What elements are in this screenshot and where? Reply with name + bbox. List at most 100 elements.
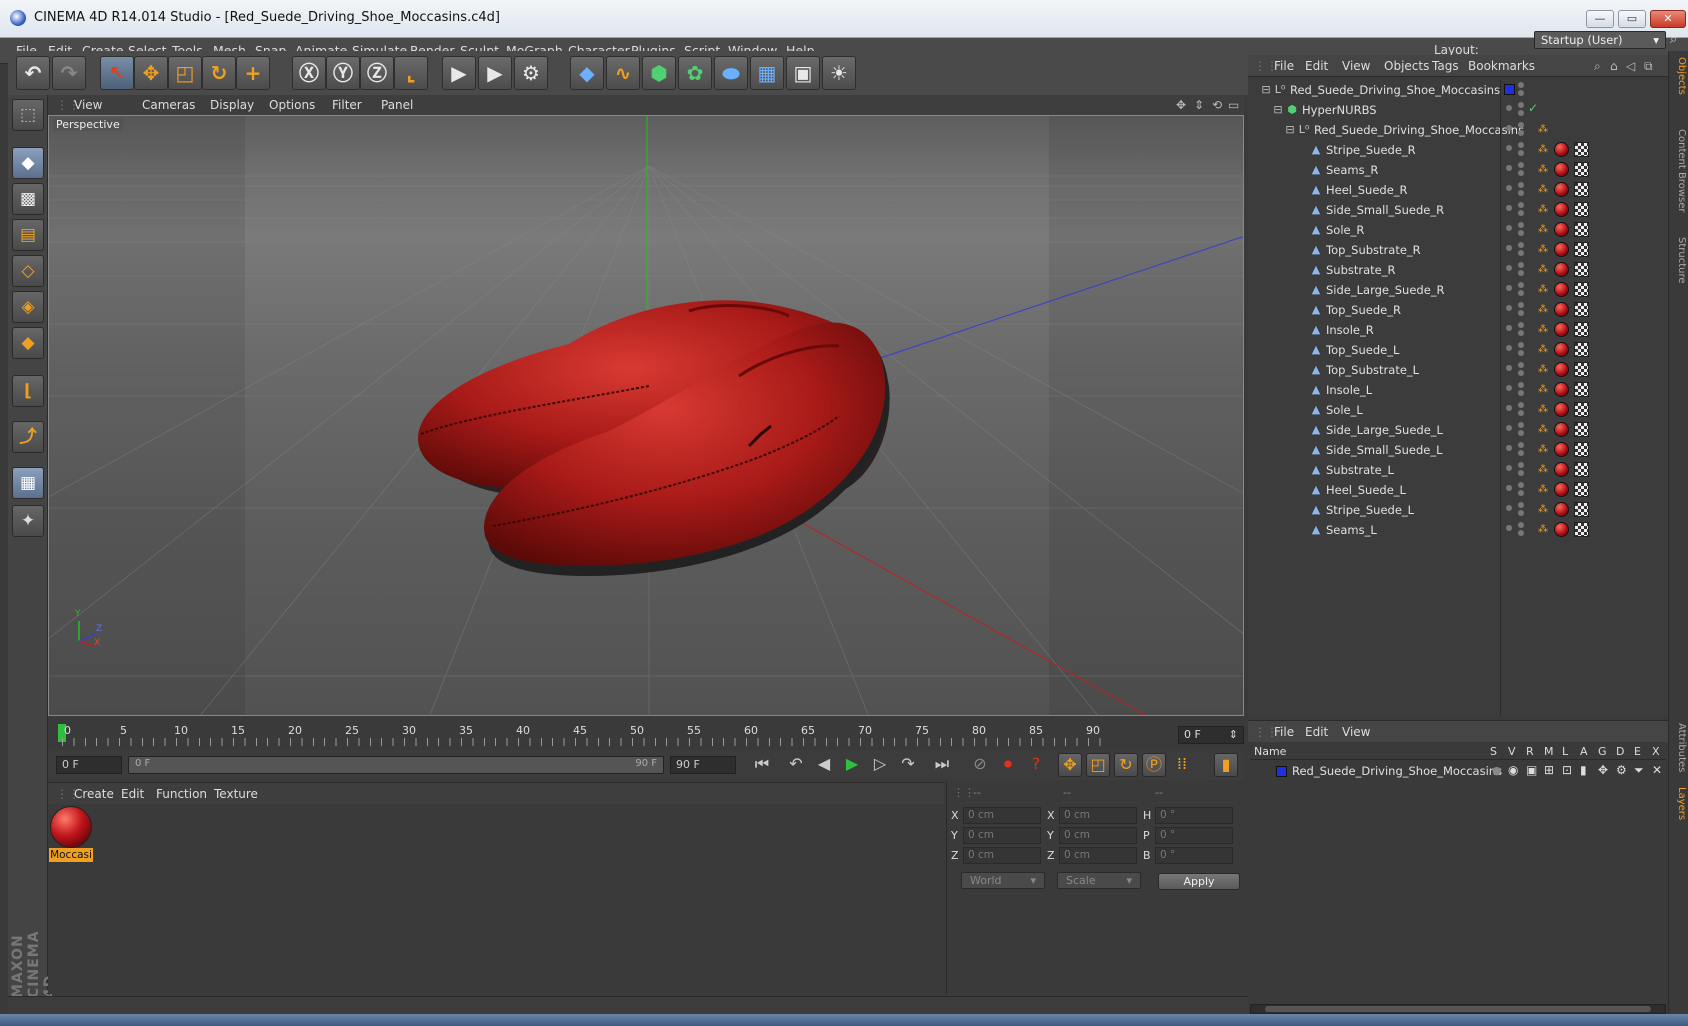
cube-icon[interactable]: ◆ (570, 56, 604, 90)
coordinate-space-dropdown[interactable]: World ▾ (961, 872, 1045, 889)
object-row[interactable]: ▲ Top_Substrate_R ⁂ (1248, 240, 1668, 260)
object-name[interactable]: Side_Small_Suede_R (1326, 203, 1444, 217)
om-menu-file[interactable]: File (1274, 59, 1294, 73)
material-tag-icon[interactable] (1554, 162, 1569, 177)
material-tag-icon[interactable] (1554, 382, 1569, 397)
previous-key-icon[interactable]: ↶ (784, 753, 808, 777)
editor-visibility-dot[interactable] (1506, 505, 1512, 511)
material-tag-icon[interactable] (1554, 302, 1569, 317)
object-name[interactable]: Heel_Suede_R (1326, 183, 1408, 197)
undo-icon[interactable]: ↶ (16, 56, 50, 90)
nurbs-icon[interactable]: ⬢ (642, 56, 676, 90)
tweak-mode-icon[interactable]: ⤴ (12, 421, 44, 453)
timeline-window-icon[interactable]: ▮ (1214, 753, 1238, 777)
render-visibility-dot[interactable] (1518, 530, 1524, 536)
render-picture-viewer-icon[interactable]: ▶ (478, 56, 512, 90)
phong-tag-icon[interactable]: ⁂ (1538, 483, 1552, 497)
size-z-field[interactable]: 0 cm (1059, 847, 1137, 864)
add-icon[interactable]: + (236, 56, 270, 90)
render-visibility-dot[interactable] (1518, 142, 1524, 148)
render-visibility-dot[interactable] (1518, 150, 1524, 156)
uvw-tag-icon[interactable] (1574, 202, 1589, 217)
object-row[interactable]: ▲ Seams_R ⁂ (1248, 160, 1668, 180)
record-rotation-icon[interactable]: ↻ (1114, 753, 1138, 777)
phong-tag-icon[interactable]: ⁂ (1538, 403, 1552, 417)
scale-icon[interactable]: ◰ (168, 56, 202, 90)
uvw-tag-icon[interactable] (1574, 162, 1589, 177)
size-y-field[interactable]: 0 cm (1059, 827, 1137, 844)
render-view-icon[interactable]: ▶ (442, 56, 476, 90)
material-tag-icon[interactable] (1554, 482, 1569, 497)
render-visibility-dot[interactable] (1518, 370, 1524, 376)
frame-range-slider[interactable]: 0 F 90 F (128, 756, 664, 774)
object-name[interactable]: Heel_Suede_L (1326, 483, 1406, 497)
start-frame-field[interactable]: 0 F (56, 756, 122, 774)
phong-tag-icon[interactable]: ⁂ (1538, 263, 1552, 277)
phong-tag-icon[interactable]: ⁂ (1538, 323, 1552, 337)
render-visibility-dot[interactable] (1518, 502, 1524, 508)
maximize-button[interactable]: ▭ (1618, 10, 1646, 28)
render-visibility-dot[interactable] (1518, 130, 1524, 136)
layer-visible-icon[interactable]: ◉ (1508, 763, 1518, 777)
rotation-b-field[interactable]: 0 ° (1155, 847, 1233, 864)
material-tag-icon[interactable] (1554, 242, 1569, 257)
render-visibility-dot[interactable] (1518, 402, 1524, 408)
uvw-tag-icon[interactable] (1574, 462, 1589, 477)
apply-button[interactable]: Apply (1158, 873, 1240, 890)
layer-solo-icon[interactable]: ● (1492, 764, 1502, 777)
object-name[interactable]: Stripe_Suede_R (1326, 143, 1416, 157)
render-visibility-dot[interactable] (1518, 310, 1524, 316)
keyframe-selection-icon[interactable]: ? (1024, 753, 1048, 777)
editor-visibility-dot[interactable] (1506, 305, 1512, 311)
render-visibility-dot[interactable] (1518, 450, 1524, 456)
layer-color-swatch[interactable] (1276, 766, 1287, 777)
material-tag-icon[interactable] (1554, 142, 1569, 157)
render-visibility-dot[interactable] (1518, 482, 1524, 488)
phong-tag-icon[interactable]: ⁂ (1538, 203, 1552, 217)
editor-visibility-dot[interactable] (1506, 285, 1512, 291)
render-visibility-dot[interactable] (1518, 170, 1524, 176)
viewport-menu-view[interactable]: View (74, 98, 102, 112)
viewport-menu-filter[interactable]: Filter (332, 98, 362, 112)
render-visibility-dot[interactable] (1518, 342, 1524, 348)
rotation-h-field[interactable]: 0 ° (1155, 807, 1233, 824)
side-tab-content-browser[interactable]: Content Browser (1671, 129, 1687, 212)
material-tag-icon[interactable] (1554, 442, 1569, 457)
editor-visibility-dot[interactable] (1506, 145, 1512, 151)
search-icon[interactable]: ⌕ (1670, 32, 1677, 47)
material-tag-icon[interactable] (1554, 282, 1569, 297)
lm-menu-view[interactable]: View (1342, 725, 1370, 739)
move-icon[interactable]: ✥ (134, 56, 168, 90)
record-position-icon[interactable]: ✥ (1058, 753, 1082, 777)
render-visibility-dot[interactable] (1518, 470, 1524, 476)
layer-render-icon[interactable]: ▣ (1526, 763, 1537, 777)
editor-visibility-dot[interactable] (1506, 385, 1512, 391)
expand-toggle-icon[interactable]: ⊟ (1272, 104, 1284, 116)
om-menu-tags[interactable]: Tags (1432, 59, 1459, 73)
render-visibility-dot[interactable] (1518, 510, 1524, 516)
om-menu-edit[interactable]: Edit (1305, 59, 1328, 73)
uvw-tag-icon[interactable] (1574, 182, 1589, 197)
home-icon[interactable]: ⌂ (1610, 59, 1618, 73)
object-row[interactable]: ▲ Side_Large_Suede_R ⁂ (1248, 280, 1668, 300)
object-row[interactable]: ⊟ L⁰ Red_Suede_Driving_Shoe_Moccasins (1248, 80, 1668, 100)
phong-tag-icon[interactable]: ⁂ (1538, 343, 1552, 357)
timeline-ruler[interactable]: 0 5 10 15 20 25 30 35 40 45 50 55 60 65 … (48, 718, 1244, 748)
object-row[interactable]: ▲ Insole_L ⁂ (1248, 380, 1668, 400)
render-visibility-dot[interactable] (1518, 262, 1524, 268)
object-row[interactable]: ▲ Side_Small_Suede_L ⁂ (1248, 440, 1668, 460)
z-axis-lock-icon[interactable]: Ⓩ (360, 56, 394, 90)
layer-manager-icon[interactable]: ⊞ (1544, 763, 1554, 777)
uvw-tag-icon[interactable] (1574, 402, 1589, 417)
uvw-tag-icon[interactable] (1574, 502, 1589, 517)
viewport-menu-display[interactable]: Display (210, 98, 254, 112)
coordinate-system-icon[interactable]: ⌞ (394, 56, 428, 90)
light-icon[interactable]: ☀ (822, 56, 856, 90)
uvw-tag-icon[interactable] (1574, 442, 1589, 457)
object-row[interactable]: ▲ Top_Suede_L ⁂ (1248, 340, 1668, 360)
render-visibility-dot[interactable] (1518, 422, 1524, 428)
render-visibility-dot[interactable] (1518, 382, 1524, 388)
layer-row[interactable]: Red_Suede_Driving_Shoe_Moccasins ● ◉ ▣ ⊞… (1250, 762, 1666, 780)
object-name[interactable]: Red_Suede_Driving_Shoe_Moccasins (1314, 123, 1524, 137)
layer-expressions-icon[interactable]: ⏷ (1634, 763, 1644, 778)
